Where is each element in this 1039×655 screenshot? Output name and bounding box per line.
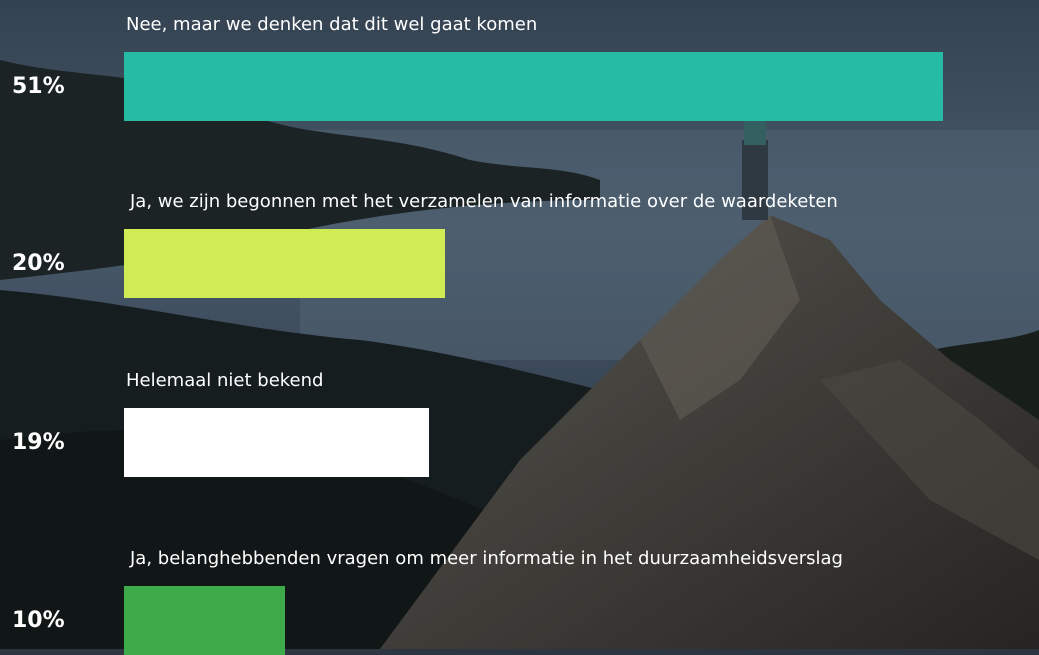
bar-chart: Nee, maar we denken dat dit wel gaat kom… [0,0,1039,655]
value-label: 51% [12,74,65,99]
value-label: 20% [12,251,65,276]
bar [124,52,943,121]
bar [124,586,285,655]
category-label: Ja, we zijn begonnen met het verzamelen … [130,191,838,212]
category-label: Helemaal niet bekend [126,370,324,391]
bar [124,229,445,298]
category-label: Nee, maar we denken dat dit wel gaat kom… [126,14,538,35]
bar [124,408,429,477]
category-label: Ja, belanghebbenden vragen om meer infor… [130,548,843,569]
value-label: 19% [12,430,65,455]
value-label: 10% [12,608,65,633]
